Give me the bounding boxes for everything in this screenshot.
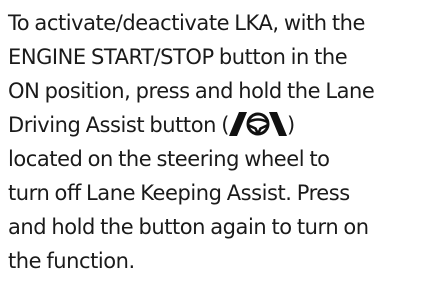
paragraph-line-3: ON position, press and hold the Lane <box>8 79 375 103</box>
paragraph-line-4: Driving Assist button ( ) <box>8 108 432 142</box>
icon-line-after: ) <box>286 113 295 137</box>
lane-driving-assist-icon <box>228 112 287 136</box>
paragraph-line-1: To activate/deactivate LKA, with the <box>8 11 365 35</box>
paragraph-line-8: the function. <box>8 249 135 273</box>
icon-line-before: Driving Assist button ( <box>8 113 229 137</box>
instruction-paragraph: To activate/deactivate LKA, with the ENG… <box>8 6 432 278</box>
paragraph-line-5: located on the steering wheel to <box>8 147 330 171</box>
paragraph-line-7: and hold the button again to turn on <box>8 215 369 239</box>
paragraph-line-2: ENGINE START/STOP button in the <box>8 45 348 69</box>
paragraph-line-6: turn off Lane Keeping Assist. Press <box>8 181 350 205</box>
